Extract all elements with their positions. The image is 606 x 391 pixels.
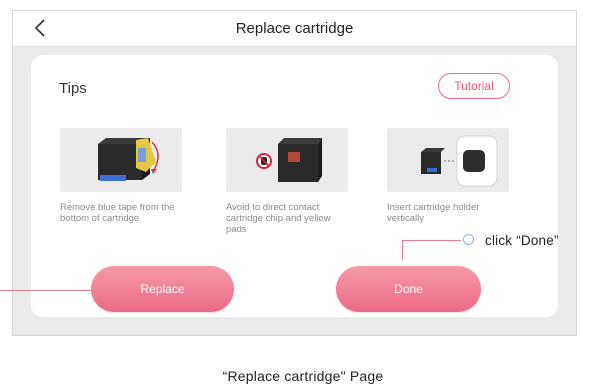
replace-button[interactable]: Replace [91, 266, 234, 312]
tips-card: Tips Tutorial Remove blue tape from the … [31, 55, 558, 317]
tip-item-remove-tape: Remove blue tape from the bottom of cart… [60, 128, 190, 224]
done-callout-line-vertical [402, 240, 403, 260]
tip-item-insert-holder: Insert cartridge holder vertically [387, 128, 517, 224]
tip-image-insert-holder [387, 128, 509, 192]
cartridge-chip-icon [256, 138, 322, 182]
click-done-annotation: click “Done” [485, 233, 559, 248]
tip-text: Avoid to direct contact cartridge chip a… [226, 202, 331, 235]
tip-item-avoid-contact: Avoid to direct contact cartridge chip a… [226, 128, 356, 235]
page-caption: “Replace cartridge" Page [222, 368, 384, 384]
tip-text: Insert cartridge holder vertically [387, 202, 480, 224]
printer-insert-icon [421, 135, 498, 187]
tip-text: Remove blue tape from the bottom of cart… [60, 202, 175, 224]
replace-callout-line [0, 290, 95, 291]
device-screen: Replace cartridge Tips Tutorial Remove b… [12, 10, 577, 336]
page-title: Replace cartridge [235, 20, 354, 37]
done-button[interactable]: Done [336, 266, 481, 312]
click-marker-icon [463, 234, 474, 245]
tip-image-avoid-contact [226, 128, 348, 192]
tips-title: Tips [59, 80, 87, 97]
tutorial-button[interactable]: Tutorial [438, 73, 510, 99]
top-bar: Replace cartridge [13, 11, 576, 47]
cartridge-tape-icon [98, 138, 159, 181]
tip-image-remove-tape [60, 128, 182, 192]
done-callout-line-horizontal [402, 240, 461, 241]
